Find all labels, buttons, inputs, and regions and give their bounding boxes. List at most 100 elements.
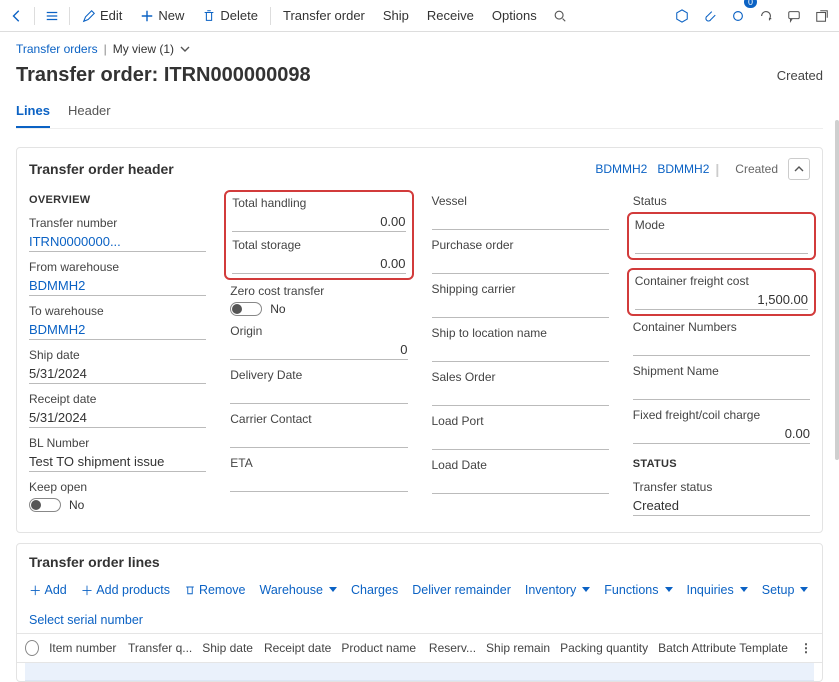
carrier-contact-label: Carrier Contact <box>230 412 407 426</box>
lines-setup[interactable]: Setup <box>762 583 809 597</box>
chevron-down-icon <box>180 44 190 54</box>
from-warehouse-value[interactable]: BDMMH2 <box>29 276 206 296</box>
col-transfer-q[interactable]: Transfer q... <box>128 641 192 655</box>
page-head: Transfer orders | My view (1) Transfer o… <box>0 32 839 135</box>
ship-to-loc-value[interactable] <box>432 342 609 362</box>
breadcrumb-root[interactable]: Transfer orders <box>16 42 98 56</box>
load-port-label: Load Port <box>432 414 609 428</box>
load-date-value[interactable] <box>432 474 609 494</box>
status-label: Status <box>633 194 810 208</box>
lines-inventory[interactable]: Inventory <box>525 583 590 597</box>
refresh-icon[interactable] <box>753 0 779 31</box>
lines-inquiries[interactable]: Inquiries <box>687 583 748 597</box>
new-button[interactable]: New <box>132 0 192 31</box>
fixed-freight-value[interactable]: 0.00 <box>633 424 810 444</box>
sales-order-value[interactable] <box>432 386 609 406</box>
lines-add-products[interactable]: ＋Add products <box>81 580 170 599</box>
keep-open-switch[interactable]: No <box>29 498 206 512</box>
edit-button[interactable]: Edit <box>74 0 130 31</box>
back-button[interactable] <box>4 0 30 31</box>
purchase-order-label: Purchase order <box>432 238 609 252</box>
col-reserv[interactable]: Reserv... <box>429 641 476 655</box>
tab-header[interactable]: Header <box>68 97 111 128</box>
column-4: Status Mode Container freight cost 1,500… <box>633 194 810 516</box>
to-warehouse-value[interactable]: BDMMH2 <box>29 320 206 340</box>
tab-options[interactable]: Options <box>484 0 545 31</box>
lines-select-serial[interactable]: Select serial number <box>29 613 143 627</box>
col-batch-attr[interactable]: Batch Attribute Template <box>658 641 788 655</box>
notifications-icon[interactable]: 0 <box>725 0 751 31</box>
lines-card: Transfer order lines ＋Add ＋Add products … <box>16 543 823 682</box>
ship-date-label: Ship date <box>29 348 206 362</box>
breadcrumb-view[interactable]: My view (1) <box>113 42 174 56</box>
select-all[interactable] <box>25 640 39 656</box>
mode-value[interactable] <box>635 234 808 254</box>
container-numbers-label: Container Numbers <box>633 320 810 334</box>
vessel-label: Vessel <box>432 194 609 208</box>
app-icon-1[interactable] <box>669 0 695 31</box>
to-warehouse-label: To warehouse <box>29 304 206 318</box>
grid-column-menu[interactable]: ⋮ <box>798 641 814 655</box>
lines-functions[interactable]: Functions <box>604 583 672 597</box>
lines-warehouse[interactable]: Warehouse <box>260 583 337 597</box>
total-storage-value[interactable]: 0.00 <box>232 254 405 274</box>
ship-to-loc-label: Ship to location name <box>432 326 609 340</box>
tab-receive[interactable]: Receive <box>419 0 482 31</box>
lines-remove[interactable]: Remove <box>184 583 246 597</box>
col-ship-remain[interactable]: Ship remain <box>486 641 550 655</box>
col-ship-date[interactable]: Ship date <box>202 641 254 655</box>
col-item-number[interactable]: Item number <box>49 641 118 655</box>
header-status: Created <box>735 162 778 176</box>
total-handling-value[interactable]: 0.00 <box>232 212 405 232</box>
origin-value[interactable]: 0 <box>230 340 407 360</box>
collapse-button[interactable] <box>788 158 810 180</box>
overview-section: OVERVIEW <box>29 194 206 206</box>
search-button[interactable] <box>547 0 573 31</box>
vessel-value[interactable] <box>432 210 609 230</box>
receipt-date-value[interactable]: 5/31/2024 <box>29 408 206 428</box>
delete-button[interactable]: Delete <box>194 0 266 31</box>
transfer-number-label: Transfer number <box>29 216 206 230</box>
shipment-name-value[interactable] <box>633 380 810 400</box>
breadcrumb: Transfer orders | My view (1) <box>16 42 823 56</box>
lines-deliver-remainder[interactable]: Deliver remainder <box>412 583 511 597</box>
scrollbar[interactable] <box>835 120 839 460</box>
lines-card-title: Transfer order lines <box>17 544 822 574</box>
column-2: Total handling 0.00 Total storage 0.00 Z… <box>230 194 407 516</box>
lines-add[interactable]: ＋Add <box>29 580 67 599</box>
col-receipt-date[interactable]: Receipt date <box>264 641 331 655</box>
transfer-status-value[interactable]: Created <box>633 496 810 516</box>
ship-date-value[interactable]: 5/31/2024 <box>29 364 206 384</box>
popout-icon[interactable] <box>809 0 835 31</box>
purchase-order-value[interactable] <box>432 254 609 274</box>
tab-lines[interactable]: Lines <box>16 97 50 128</box>
lines-charges[interactable]: Charges <box>351 583 398 597</box>
chat-icon[interactable] <box>781 0 807 31</box>
header-link-2[interactable]: BDMMH2 <box>657 162 709 176</box>
transfer-number-value[interactable]: ITRN0000000... <box>29 232 206 252</box>
delivery-date-label: Delivery Date <box>230 368 407 382</box>
header-link-1[interactable]: BDMMH2 <box>595 162 647 176</box>
tab-ship[interactable]: Ship <box>375 0 417 31</box>
grid-header: Item number Transfer q... Ship date Rece… <box>17 633 822 663</box>
container-numbers-value[interactable] <box>633 336 810 356</box>
shipping-carrier-value[interactable] <box>432 298 609 318</box>
delivery-date-value[interactable] <box>230 384 407 404</box>
zero-cost-switch[interactable]: No <box>230 302 407 316</box>
sales-order-label: Sales Order <box>432 370 609 384</box>
attachments-icon[interactable] <box>697 0 723 31</box>
grid-row[interactable] <box>25 663 814 681</box>
bl-number-value[interactable]: Test TO shipment issue <box>29 452 206 472</box>
list-icon[interactable] <box>39 0 65 31</box>
carrier-contact-value[interactable] <box>230 428 407 448</box>
eta-value[interactable] <box>230 472 407 492</box>
mode-label: Mode <box>635 218 808 232</box>
tab-transfer-order[interactable]: Transfer order <box>275 0 373 31</box>
total-handling-label: Total handling <box>232 196 405 210</box>
container-freight-value[interactable]: 1,500.00 <box>635 290 808 310</box>
load-port-value[interactable] <box>432 430 609 450</box>
zero-cost-label: Zero cost transfer <box>230 284 407 298</box>
col-product-name[interactable]: Product name <box>341 641 419 655</box>
col-packing-qty[interactable]: Packing quantity <box>560 641 648 655</box>
page-title: Transfer order: ITRN000000098 <box>16 64 311 87</box>
